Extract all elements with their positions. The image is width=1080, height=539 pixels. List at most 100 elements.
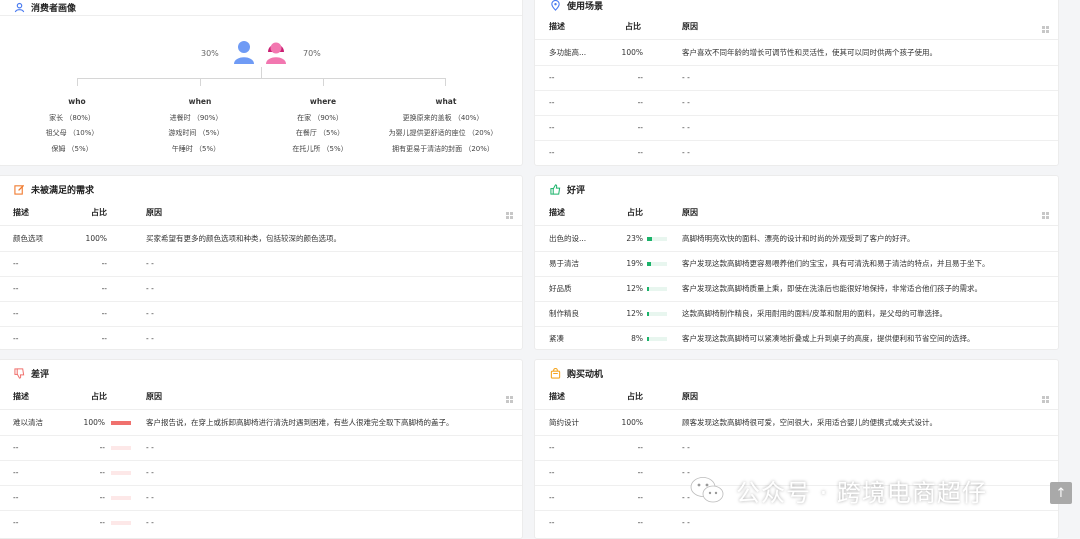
row-desc: --	[549, 468, 555, 477]
row-desc: --	[549, 148, 555, 157]
row-pct: --	[637, 493, 643, 502]
row-reason: - -	[682, 443, 690, 452]
row-desc: --	[549, 443, 555, 452]
row-reason: 客户发现这款高脚椅更容易喂养他们的宝宝，具有可清洗和易于清洁的特点，并且易于坐下…	[682, 259, 990, 268]
row-pct: --	[99, 518, 105, 527]
usage-table-header: 描述 占比 原因	[535, 15, 1058, 40]
row-reason: 客户报告说，在穿上或拆卸高脚椅进行清洗时遇到困难，有些人很难完全取下高脚椅的盖子…	[146, 418, 454, 427]
motive-title-text: 购买动机	[567, 369, 604, 380]
grid-view-icon[interactable]	[1042, 26, 1049, 33]
unmet-card: 未被满足的需求 描述 占比 原因 颜色选项 100% 买家希望有更多的颜色选项和…	[0, 175, 523, 350]
persona-col-when-item: 午睡时 （5%）	[171, 145, 221, 153]
row-reason: 高脚椅明亮欢快的面料、漂亮的设计和时尚的外观受到了客户的好评。	[682, 234, 915, 243]
table-row: -- -- - -	[0, 511, 522, 536]
motive-table-header: 描述 占比 原因	[535, 385, 1058, 410]
back-to-top-button[interactable]: ↑	[1050, 482, 1072, 504]
row-reason: 客户喜欢不同年龄的增长可调节性和灵活性，使其可以同时供两个孩子使用。	[682, 48, 937, 57]
row-pct: 100%	[621, 418, 643, 427]
user-icon	[13, 1, 25, 13]
bad-table-header: 描述 占比 原因	[0, 385, 522, 410]
row-desc: --	[13, 468, 19, 477]
row-desc: 简约设计	[549, 418, 579, 427]
persona-col-what-head: what	[435, 97, 457, 106]
persona-col-what-item: 更换原来的盖板 （40%）	[402, 114, 484, 122]
bad-title-text: 差评	[31, 369, 50, 380]
header-pct: 占比	[625, 22, 641, 31]
table-row: -- -- - -	[0, 302, 522, 327]
grid-view-icon[interactable]	[1042, 212, 1049, 219]
percent-bar-fill	[111, 421, 131, 425]
table-row: 制作精良 12% 这款高脚椅制作精良，采用耐用的面料/皮革和耐用的面料，是父母的…	[535, 302, 1058, 327]
header-pct: 占比	[627, 208, 643, 217]
row-desc: --	[13, 334, 19, 343]
header-pct: 占比	[91, 208, 107, 217]
table-row: -- -- - -	[535, 66, 1058, 91]
header-reason: 原因	[682, 22, 698, 31]
row-desc: 出色的设...	[549, 234, 587, 243]
good-card: 好评 描述 占比 原因 出色的设... 23% 高脚椅明亮欢快的面料、漂亮的设计…	[534, 175, 1059, 350]
row-reason: - -	[146, 468, 154, 477]
grid-view-icon[interactable]	[1042, 396, 1049, 403]
unmet-title: 未被满足的需求	[13, 181, 94, 197]
male-pct: 30%	[201, 49, 219, 58]
persona-col-what-item: 拥有更易于清洁的封面 （20%）	[392, 145, 494, 153]
wechat-icon	[690, 476, 724, 504]
row-reason: - -	[146, 493, 154, 502]
row-desc: --	[549, 493, 555, 502]
persona-col-where-item: 在家 （90%）	[297, 114, 343, 122]
tree-connector	[261, 67, 262, 78]
tree-connector	[200, 78, 201, 86]
persona-col-who-head: who	[68, 97, 86, 106]
grid-view-icon[interactable]	[506, 396, 513, 403]
percent-bar	[111, 446, 131, 450]
row-desc: 难以清洁	[13, 418, 43, 427]
row-desc: --	[549, 73, 555, 82]
row-reason: - -	[682, 468, 690, 477]
motive-title: 购买动机	[549, 365, 603, 381]
persona-col-who-item: 保姆 （5%）	[51, 145, 93, 153]
row-pct: --	[99, 493, 105, 502]
persona-col-when-item: 游戏时间 （5%）	[168, 129, 224, 137]
row-desc: --	[549, 123, 555, 132]
percent-bar	[111, 496, 131, 500]
row-pct: --	[101, 284, 107, 293]
header-reason: 原因	[146, 392, 162, 401]
good-table-header: 描述 占比 原因	[535, 201, 1058, 226]
header-desc: 描述	[13, 392, 29, 401]
table-row: -- -- - -	[0, 436, 522, 461]
persona-col-where-head: where	[309, 97, 337, 106]
row-desc: 颜色选项	[13, 234, 43, 243]
percent-bar	[111, 421, 131, 425]
row-pct: --	[101, 309, 107, 318]
row-pct: 19%	[626, 259, 643, 268]
row-pct: --	[637, 123, 643, 132]
row-reason: 客户发现这款高脚椅可以紧凑地折叠或上升到桌子的高度，提供便利和节省空间的选择。	[682, 334, 975, 343]
persona-card: 消费者画像 30% 70% who 家长 （80%） 祖父母 （10%） 保姆 …	[0, 0, 523, 166]
percent-bar	[647, 337, 667, 341]
persona-col-when-item: 进餐时 （90%）	[169, 114, 223, 122]
table-row: -- -- - -	[0, 327, 522, 349]
bad-card: 差评 描述 占比 原因 难以清洁 100% 客户报告说，在穿上或拆卸高脚椅进行清…	[0, 359, 523, 539]
table-row: -- -- - -	[0, 252, 522, 277]
grid-view-icon[interactable]	[506, 212, 513, 219]
thumbs-up-icon	[549, 183, 561, 195]
row-reason: - -	[146, 284, 154, 293]
watermark-text: 公众号 · 跨境电商超仔	[736, 478, 987, 507]
row-reason: 客户发现这款高脚椅质量上乘，即使在洗涤后也能很好地保持，非常适合他们孩子的需求。	[682, 284, 982, 293]
persona-col-when-head: when	[188, 97, 212, 106]
table-row: -- -- - -	[535, 141, 1058, 165]
location-pin-icon	[549, 0, 561, 11]
table-row: 多功能高... 100% 客户喜欢不同年龄的增长可调节性和灵活性，使其可以同时供…	[535, 41, 1058, 66]
row-desc: --	[13, 284, 19, 293]
usage-title-text: 使用场景	[567, 1, 604, 12]
table-row: 出色的设... 23% 高脚椅明亮欢快的面料、漂亮的设计和时尚的外观受到了客户的…	[535, 227, 1058, 252]
header-reason: 原因	[146, 208, 162, 217]
row-reason: - -	[146, 259, 154, 268]
row-pct: 100%	[621, 48, 643, 57]
row-reason: - -	[682, 123, 690, 132]
percent-bar	[111, 521, 131, 525]
row-pct: 23%	[626, 234, 643, 243]
good-title: 好评	[549, 181, 585, 197]
motive-card: 购买动机 描述 占比 原因 简约设计 100% 顾客发现这款高脚椅很可爱，空间很…	[534, 359, 1059, 539]
table-row: -- -- - -	[0, 461, 522, 486]
